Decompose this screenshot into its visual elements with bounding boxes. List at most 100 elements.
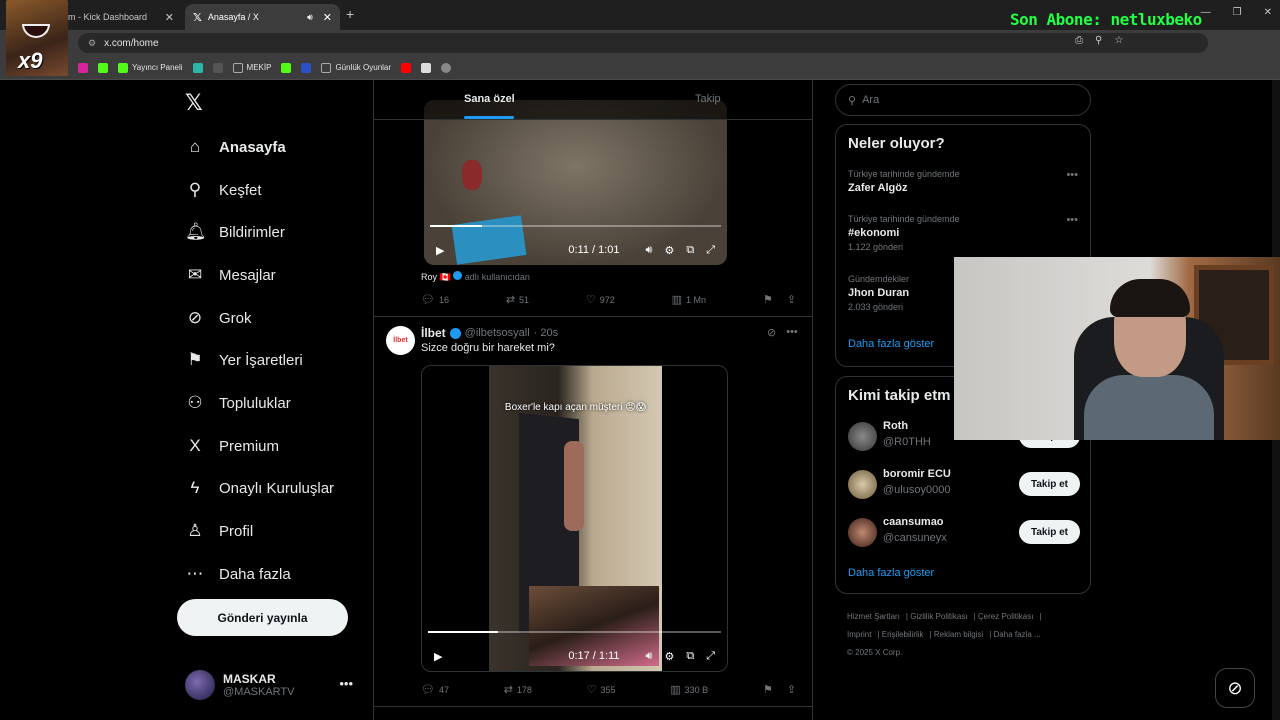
tweet-video[interactable]: Boxer'le kapı açan müşteri 😡😱 ▶ 0:17 / 1… bbox=[421, 365, 728, 672]
bookmark-icon[interactable]: ⚑ bbox=[763, 683, 773, 696]
footer-link[interactable]: Erişilebilirlik bbox=[882, 630, 924, 639]
bookmark-yayinci-paneli[interactable]: Yayıncı Paneli bbox=[118, 62, 183, 73]
bookmark-arrow[interactable] bbox=[212, 62, 223, 73]
more-icon[interactable]: ••• bbox=[786, 326, 798, 339]
tweet-author-handle[interactable]: @ilbetsosyall bbox=[465, 327, 530, 339]
address-bar[interactable]: ⚙ x.com/home bbox=[78, 33, 1208, 53]
search-input[interactable]: ⚲ Ara bbox=[835, 84, 1091, 116]
reply-button[interactable]: 💬︎ 47 bbox=[421, 683, 449, 696]
x-logo-icon[interactable]: 𝕏 bbox=[185, 90, 203, 116]
site-info-icon[interactable]: ⚙ bbox=[88, 38, 96, 49]
more-icon[interactable]: ••• bbox=[1066, 169, 1078, 181]
bookmark-icon[interactable]: ⚑ bbox=[763, 293, 773, 306]
video-progress[interactable] bbox=[430, 225, 721, 227]
repost-button[interactable]: ⇄ 178 bbox=[504, 683, 532, 696]
bookmark-mekip[interactable]: MEKİP bbox=[232, 62, 271, 73]
star-icon[interactable]: ☆ bbox=[1114, 35, 1123, 46]
follow-button[interactable]: Takip et bbox=[1018, 520, 1080, 544]
tweet-author-name[interactable]: İlbet bbox=[421, 326, 446, 340]
share-icon[interactable]: ⇪ bbox=[787, 293, 796, 306]
nav-item-keşfet[interactable]: ⚲ Keşfet bbox=[185, 175, 262, 205]
nav-item-premium[interactable]: X Premium bbox=[185, 431, 279, 461]
post-button[interactable]: Gönderi yayınla bbox=[177, 599, 348, 636]
trend-item[interactable]: Türkiye tarihinde gündemde #ekonomi 1.12… bbox=[848, 214, 1078, 252]
tab-kick-dashboard[interactable]: m - Kick Dashboard ✕ bbox=[60, 4, 182, 30]
bookmark-instagram[interactable] bbox=[78, 62, 88, 73]
close-tab-icon[interactable]: ✕ bbox=[323, 11, 332, 24]
footer-link[interactable]: Daha fazla ... bbox=[994, 630, 1041, 639]
minimize-icon[interactable]: — bbox=[1201, 7, 1211, 18]
follow-suggestion[interactable]: boromir ECU @ulusoy0000 Takip et bbox=[848, 468, 1080, 500]
nav-item-profil[interactable]: ♙ Profil bbox=[185, 516, 253, 546]
bookmark-gunluk-oyunlar[interactable]: Günlük Oyunlar bbox=[321, 62, 391, 73]
close-window-icon[interactable]: ✕ bbox=[1264, 7, 1272, 18]
nav-item-bildirimler[interactable]: 🔔︎ Bildirimler bbox=[185, 217, 285, 247]
install-icon[interactable]: ⎙ bbox=[1075, 35, 1083, 46]
follow-button[interactable]: Takip et bbox=[1018, 472, 1080, 496]
volume-icon[interactable]: 🔊︎ bbox=[646, 650, 653, 663]
follow-suggestion[interactable]: caansumao @cansuneyx Takip et bbox=[848, 516, 1080, 548]
account-switcher[interactable]: MASKAR @MASKARTV ••• bbox=[185, 670, 365, 700]
bookmark-chatgpt[interactable] bbox=[441, 62, 452, 73]
new-tab-button[interactable]: + bbox=[346, 6, 354, 22]
bookmark-image[interactable] bbox=[421, 62, 432, 73]
show-more-link[interactable]: Daha fazla göster bbox=[848, 338, 934, 350]
attribution-name: Roy bbox=[421, 272, 438, 282]
video-attribution[interactable]: Roy 🇨🇦 adlı kullanıcıdan bbox=[421, 271, 530, 283]
video-controls: ▶ 0:17 / 1:11 🔊︎ ⚙ ⧉ ⤢ bbox=[422, 641, 727, 671]
bookmark-kick[interactable] bbox=[98, 62, 108, 73]
nav-item-yer-i̇şaretleri[interactable]: ⚑ Yer İşaretleri bbox=[185, 345, 302, 375]
speaker-icon[interactable]: 🔊︎ bbox=[307, 12, 313, 23]
trend-title: Zafer Algöz bbox=[848, 182, 908, 194]
reply-button[interactable]: 💬︎ 16 bbox=[421, 293, 449, 306]
fullscreen-icon[interactable]: ⤢ bbox=[706, 244, 715, 257]
like-button[interactable]: ♡ 355 bbox=[587, 683, 616, 696]
settings-icon[interactable]: ⚙ bbox=[664, 650, 674, 663]
avatar[interactable]: İlbet bbox=[386, 326, 415, 355]
bookmark-app[interactable] bbox=[192, 62, 203, 73]
fullscreen-icon[interactable]: ⤢ bbox=[706, 650, 715, 663]
show-more-link[interactable]: Daha fazla göster bbox=[848, 567, 934, 579]
zoom-icon[interactable]: ⚲ bbox=[1095, 35, 1102, 46]
views-button[interactable]: ▥ 330 B bbox=[670, 683, 708, 696]
settings-icon[interactable]: ⚙ bbox=[664, 244, 674, 257]
pip-icon[interactable]: ⧉ bbox=[686, 244, 694, 257]
footer-link[interactable]: Imprint bbox=[847, 630, 871, 639]
nav-item-topluluklar[interactable]: ⚇ Topluluklar bbox=[185, 388, 290, 418]
volume-icon[interactable]: 🔊︎ bbox=[646, 244, 653, 257]
nav-item-onaylı-kuruluşlar[interactable]: ϟ Onaylı Kuruluşlar bbox=[185, 473, 335, 503]
play-icon[interactable]: ▶ bbox=[434, 650, 442, 663]
like-button[interactable]: ♡ 972 bbox=[586, 293, 615, 306]
bookmark-blue[interactable] bbox=[301, 62, 312, 73]
more-icon[interactable]: ••• bbox=[1066, 214, 1078, 226]
tab-following[interactable]: Takip bbox=[695, 93, 721, 105]
footer-link[interactable]: Çerez Politikası bbox=[978, 612, 1034, 621]
trend-item[interactable]: Türkiye tarihinde gündemde Zafer Algöz •… bbox=[848, 169, 1078, 194]
bookmark-kick2[interactable] bbox=[281, 62, 292, 73]
tweet-video[interactable]: ▶ 0:11 / 1:01 🔊︎ ⚙ ⧉ ⤢ bbox=[424, 100, 727, 265]
restore-icon[interactable]: ❐ bbox=[1233, 7, 1242, 18]
tab-x-home[interactable]: 𝕏 Anasayfa / X 🔊︎ ✕ bbox=[185, 4, 340, 30]
footer-link[interactable]: Reklam bilgisi bbox=[934, 630, 983, 639]
close-tab-icon[interactable]: ✕ bbox=[165, 11, 174, 24]
pip-icon[interactable]: ⧉ bbox=[686, 650, 694, 663]
nav-item-anasayfa[interactable]: ⌂ Anasayfa bbox=[185, 132, 286, 162]
bookmark-youtube[interactable] bbox=[401, 62, 412, 73]
share-icon[interactable]: ⇪ bbox=[787, 683, 796, 696]
tab-for-you[interactable]: Sana özel bbox=[464, 93, 515, 105]
footer-link[interactable]: Gizlilik Politikası bbox=[910, 612, 967, 621]
play-icon[interactable]: ▶ bbox=[436, 244, 444, 257]
attribution-suffix: adlı kullanıcıdan bbox=[464, 272, 530, 282]
nav-item-mesajlar[interactable]: ✉ Mesajlar bbox=[185, 260, 276, 290]
nav-item-grok[interactable]: ⊘ Grok bbox=[185, 303, 252, 333]
video-progress[interactable] bbox=[428, 631, 721, 633]
more-icon[interactable]: ••• bbox=[339, 676, 353, 691]
nav-item-daha-fazla[interactable]: ⋯ Daha fazla bbox=[185, 559, 291, 589]
repost-button[interactable]: ⇄ 51 bbox=[506, 293, 529, 306]
tweet-time[interactable]: · 20s bbox=[534, 327, 558, 339]
grok-icon[interactable]: ⊘ bbox=[767, 326, 776, 339]
grok-floating-button[interactable]: ⊘ bbox=[1215, 668, 1255, 708]
kick-icon bbox=[118, 62, 128, 73]
footer-link[interactable]: Hizmet Şartları bbox=[847, 612, 900, 621]
views-button[interactable]: ▥ 1 Mn bbox=[672, 293, 706, 306]
